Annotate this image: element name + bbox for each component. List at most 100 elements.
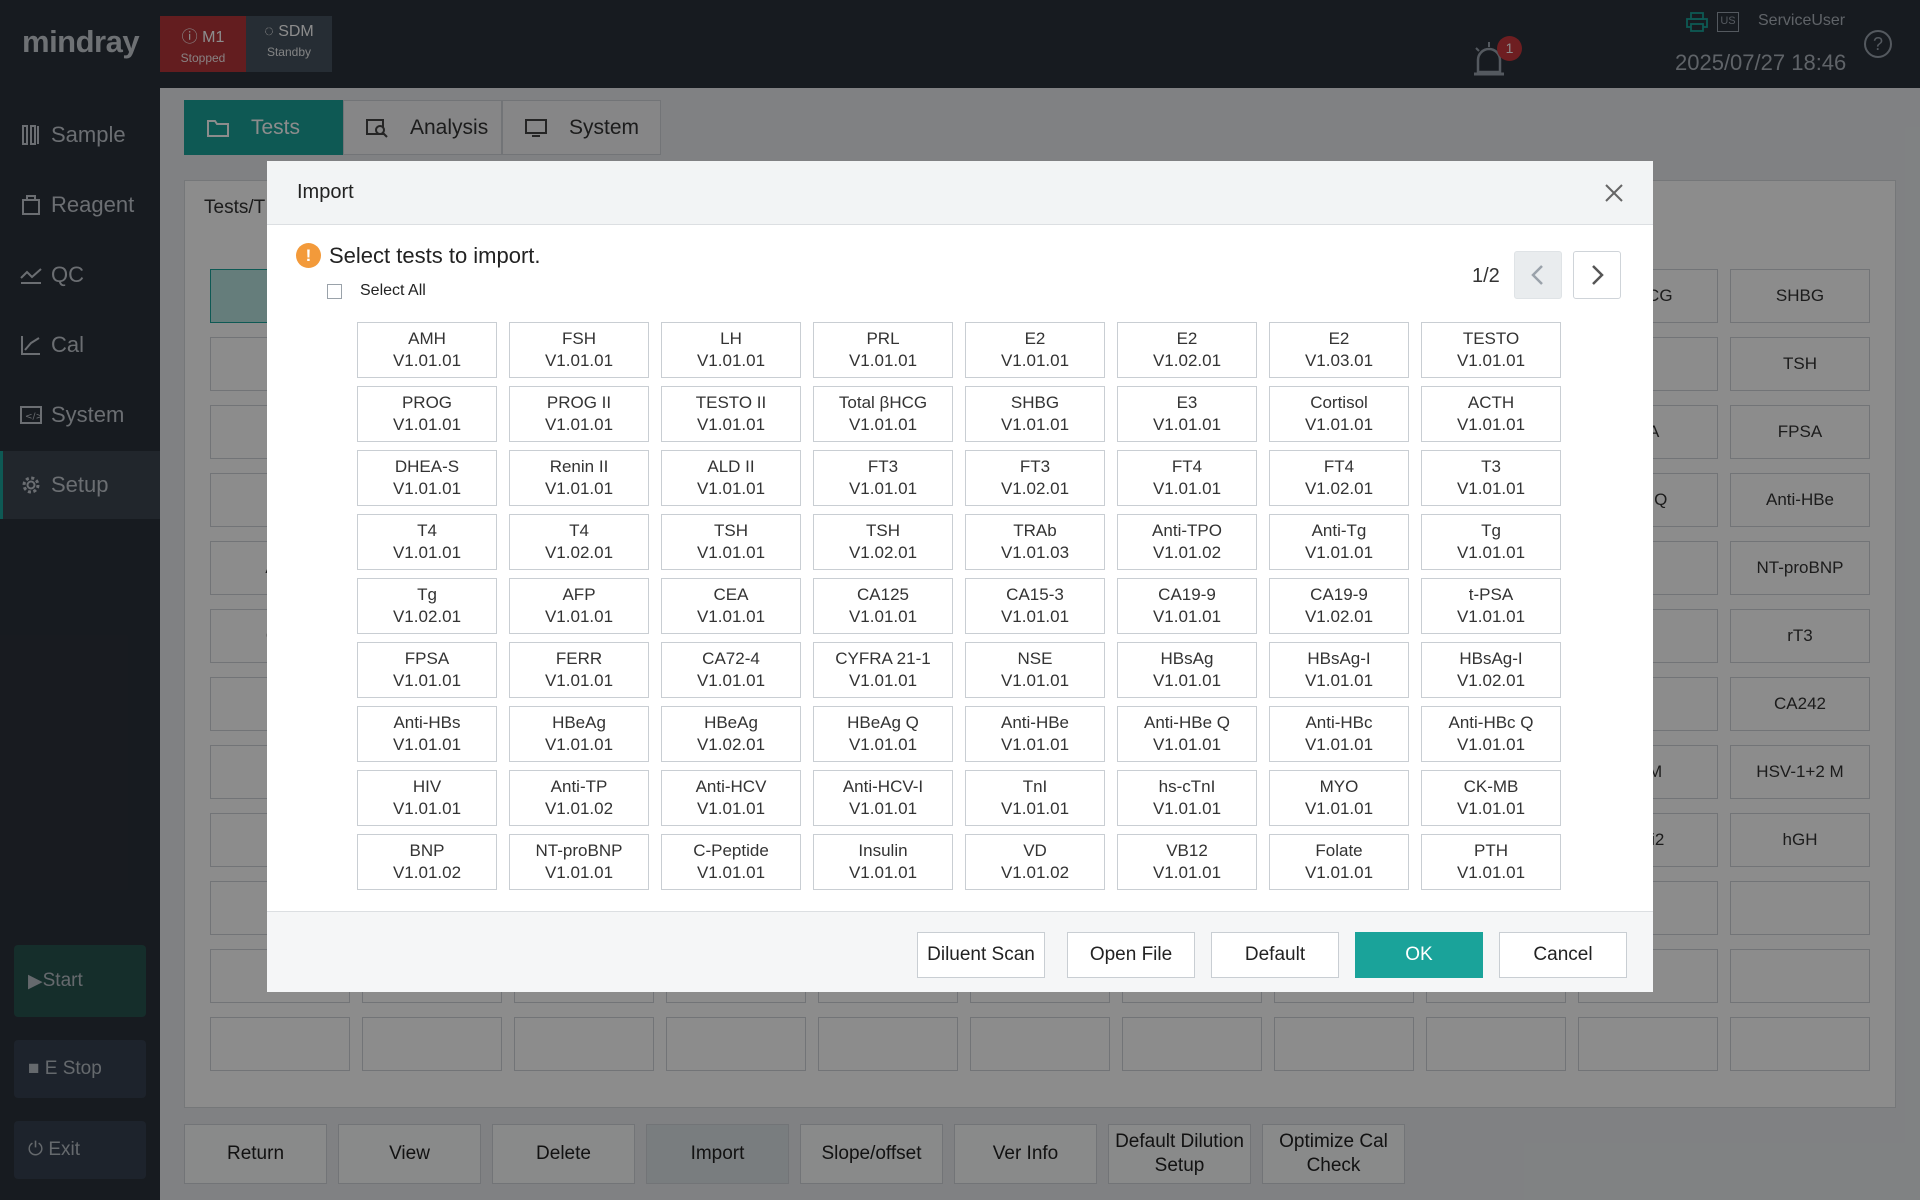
select-all-label[interactable]: Select All xyxy=(360,282,426,300)
test-option[interactable]: PROG V1.01.01 xyxy=(357,386,497,442)
test-option[interactable]: CK-MB V1.01.01 xyxy=(1421,770,1561,826)
test-option[interactable]: CA15-3 V1.01.01 xyxy=(965,578,1105,634)
test-option[interactable]: HBsAg-I V1.01.01 xyxy=(1269,642,1409,698)
close-icon[interactable] xyxy=(1602,181,1626,205)
test-option[interactable]: Anti-HBc Q V1.01.01 xyxy=(1421,706,1561,762)
prev-page-button[interactable] xyxy=(1514,251,1562,299)
test-version: V1.01.01 xyxy=(392,799,462,818)
test-option[interactable]: TSH V1.01.01 xyxy=(661,514,801,570)
test-name: CK-MB xyxy=(1463,777,1519,796)
test-name: FT4 xyxy=(1171,457,1203,476)
test-name: Folate xyxy=(1315,841,1363,860)
test-option[interactable]: T3 V1.01.01 xyxy=(1421,450,1561,506)
test-version: V1.01.01 xyxy=(1152,863,1222,882)
test-option[interactable]: AMH V1.01.01 xyxy=(357,322,497,378)
test-option[interactable]: FPSA V1.01.01 xyxy=(357,642,497,698)
test-name: hs-cTnI xyxy=(1158,777,1216,796)
test-option[interactable]: CEA V1.01.01 xyxy=(661,578,801,634)
test-option[interactable]: Anti-HBc V1.01.01 xyxy=(1269,706,1409,762)
test-option[interactable]: Anti-Tg V1.01.01 xyxy=(1269,514,1409,570)
test-option[interactable]: TESTO V1.01.01 xyxy=(1421,322,1561,378)
test-option[interactable]: Anti-HCV V1.01.01 xyxy=(661,770,801,826)
test-option[interactable]: CA125 V1.01.01 xyxy=(813,578,953,634)
test-option[interactable]: FT4 V1.02.01 xyxy=(1269,450,1409,506)
test-option[interactable]: VD V1.01.02 xyxy=(965,834,1105,890)
test-option[interactable]: Renin II V1.01.01 xyxy=(509,450,649,506)
test-version: V1.01.02 xyxy=(392,863,462,882)
test-version: V1.01.01 xyxy=(1456,479,1526,498)
test-option[interactable]: ACTH V1.01.01 xyxy=(1421,386,1561,442)
test-option[interactable]: HBsAg V1.01.01 xyxy=(1117,642,1257,698)
test-option[interactable]: HBeAg V1.01.01 xyxy=(509,706,649,762)
test-name: T3 xyxy=(1481,457,1501,476)
test-version: V1.01.01 xyxy=(1456,799,1526,818)
test-option[interactable]: t-PSA V1.01.01 xyxy=(1421,578,1561,634)
test-option[interactable]: E3 V1.01.01 xyxy=(1117,386,1257,442)
test-option[interactable]: HIV V1.01.01 xyxy=(357,770,497,826)
test-option[interactable]: TESTO II V1.01.01 xyxy=(661,386,801,442)
test-option[interactable]: Anti-TPO V1.01.02 xyxy=(1117,514,1257,570)
test-version: V1.02.01 xyxy=(848,543,918,562)
test-name: Total βHCG xyxy=(838,393,928,412)
test-option[interactable]: BNP V1.01.02 xyxy=(357,834,497,890)
test-option[interactable]: NT-proBNP V1.01.01 xyxy=(509,834,649,890)
test-option[interactable]: CA19-9 V1.01.01 xyxy=(1117,578,1257,634)
test-version: V1.01.01 xyxy=(696,863,766,882)
test-option[interactable]: TSH V1.02.01 xyxy=(813,514,953,570)
test-option[interactable]: CYFRA 21-1 V1.01.01 xyxy=(813,642,953,698)
test-option[interactable]: E2 V1.01.01 xyxy=(965,322,1105,378)
test-option[interactable]: Folate V1.01.01 xyxy=(1269,834,1409,890)
test-option[interactable]: FERR V1.01.01 xyxy=(509,642,649,698)
test-option[interactable]: PRL V1.01.01 xyxy=(813,322,953,378)
ok-button[interactable]: OK xyxy=(1355,932,1483,978)
test-option[interactable]: FSH V1.01.01 xyxy=(509,322,649,378)
test-option[interactable]: hs-cTnI V1.01.01 xyxy=(1117,770,1257,826)
test-option[interactable]: NSE V1.01.01 xyxy=(965,642,1105,698)
test-option[interactable]: Anti-HBe Q V1.01.01 xyxy=(1117,706,1257,762)
test-option[interactable]: FT3 V1.02.01 xyxy=(965,450,1105,506)
test-option[interactable]: CA72-4 V1.01.01 xyxy=(661,642,801,698)
test-option[interactable]: FT3 V1.01.01 xyxy=(813,450,953,506)
open-file-button[interactable]: Open File xyxy=(1067,932,1195,978)
test-option[interactable]: Insulin V1.01.01 xyxy=(813,834,953,890)
select-all-checkbox[interactable] xyxy=(327,284,342,299)
test-option[interactable]: Total βHCG V1.01.01 xyxy=(813,386,953,442)
test-option[interactable]: FT4 V1.01.01 xyxy=(1117,450,1257,506)
test-option[interactable]: AFP V1.01.01 xyxy=(509,578,649,634)
test-option[interactable]: Anti-HBs V1.01.01 xyxy=(357,706,497,762)
test-name: Insulin xyxy=(858,841,908,860)
test-option[interactable]: E2 V1.03.01 xyxy=(1269,322,1409,378)
test-option[interactable]: MYO V1.01.01 xyxy=(1269,770,1409,826)
test-option[interactable]: Cortisol V1.01.01 xyxy=(1269,386,1409,442)
diluent-scan-button[interactable]: Diluent Scan xyxy=(917,932,1045,978)
test-option[interactable]: E2 V1.02.01 xyxy=(1117,322,1257,378)
test-version: V1.01.01 xyxy=(392,543,462,562)
test-option[interactable]: Anti-HBe V1.01.01 xyxy=(965,706,1105,762)
test-option[interactable]: ALD II V1.01.01 xyxy=(661,450,801,506)
test-option[interactable]: Tg V1.02.01 xyxy=(357,578,497,634)
test-option[interactable]: CA19-9 V1.02.01 xyxy=(1269,578,1409,634)
test-option[interactable]: DHEA-S V1.01.01 xyxy=(357,450,497,506)
test-option[interactable]: LH V1.01.01 xyxy=(661,322,801,378)
test-option[interactable]: HBeAg Q V1.01.01 xyxy=(813,706,953,762)
test-option[interactable]: Anti-TP V1.01.02 xyxy=(509,770,649,826)
test-option[interactable]: PTH V1.01.01 xyxy=(1421,834,1561,890)
test-option[interactable]: TRAb V1.01.03 xyxy=(965,514,1105,570)
test-option[interactable]: PROG II V1.01.01 xyxy=(509,386,649,442)
test-option[interactable]: SHBG V1.01.01 xyxy=(965,386,1105,442)
test-option[interactable]: Anti-HCV-I V1.01.01 xyxy=(813,770,953,826)
cancel-button[interactable]: Cancel xyxy=(1499,932,1627,978)
test-option[interactable]: T4 V1.01.01 xyxy=(357,514,497,570)
test-option[interactable]: HBeAg V1.02.01 xyxy=(661,706,801,762)
test-option[interactable]: T4 V1.02.01 xyxy=(509,514,649,570)
test-name: Anti-HCV xyxy=(695,777,767,796)
test-option[interactable]: C-Peptide V1.01.01 xyxy=(661,834,801,890)
default-button[interactable]: Default xyxy=(1211,932,1339,978)
test-option[interactable]: Tg V1.01.01 xyxy=(1421,514,1561,570)
test-option[interactable]: VB12 V1.01.01 xyxy=(1117,834,1257,890)
next-page-button[interactable] xyxy=(1573,251,1621,299)
test-option[interactable]: TnI V1.01.01 xyxy=(965,770,1105,826)
test-version: V1.01.01 xyxy=(1304,543,1374,562)
test-option[interactable]: HBsAg-I V1.02.01 xyxy=(1421,642,1561,698)
test-version: V1.01.01 xyxy=(1456,415,1526,434)
